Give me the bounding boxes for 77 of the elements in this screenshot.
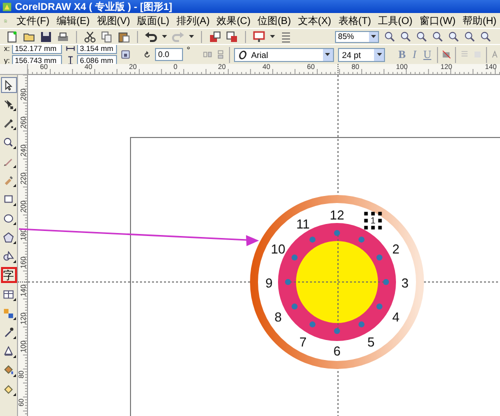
caret-icon[interactable] (325, 52, 330, 56)
caret-icon[interactable] (371, 34, 376, 38)
color-icon[interactable] (442, 49, 452, 60)
menu-item[interactable]: 工具(O) (374, 14, 416, 28)
ellipse-icon[interactable] (3, 212, 14, 224)
scissors-icon[interactable] (84, 30, 96, 42)
height-icon[interactable] (66, 56, 75, 64)
knife-icon[interactable] (3, 118, 14, 128)
menu-item[interactable]: 位图(B) (254, 14, 294, 28)
zoom-page-icon[interactable] (464, 31, 475, 42)
new-file-icon[interactable] (6, 30, 18, 42)
clock-number: 6 (333, 344, 341, 358)
clock-number: 7 (299, 334, 307, 350)
menu-item[interactable]: 版面(L) (134, 14, 173, 28)
menu-item[interactable]: 文件(F) (13, 14, 53, 28)
menu-item[interactable]: 帮助(H) (459, 14, 500, 28)
node-icon[interactable] (3, 98, 14, 110)
clock-number: 8 (274, 310, 282, 324)
magnifier-icon[interactable] (3, 136, 14, 148)
eyedropper-icon[interactable] (3, 326, 14, 338)
clock-number: 4 (392, 310, 400, 324)
clipboard-icon[interactable] (118, 30, 130, 42)
import-icon[interactable] (209, 30, 221, 42)
zoom-dropdown[interactable]: 85% (335, 30, 379, 42)
menu-item[interactable]: 编辑(E) (52, 14, 94, 28)
menu-item[interactable]: 视图(V) (93, 14, 134, 28)
menu-item[interactable]: 表格(T) (334, 14, 375, 28)
clock-number: 1 (370, 216, 376, 226)
shapes-icon[interactable] (3, 250, 14, 262)
table-icon[interactable] (3, 288, 14, 300)
blend-icon[interactable] (3, 308, 14, 318)
launcher-icon[interactable] (253, 30, 265, 42)
brush-icon[interactable] (3, 174, 14, 186)
zoom-all-icon[interactable] (448, 31, 459, 42)
width-icon[interactable] (66, 45, 75, 53)
caret-icon[interactable] (270, 34, 275, 38)
copy-icon[interactable] (101, 30, 113, 42)
text-tool[interactable]: 字 (0, 267, 16, 283)
rectangle-icon[interactable] (3, 194, 14, 204)
degree-sign: ° (186, 45, 190, 55)
clock-number: 9 (265, 276, 273, 290)
menu-item[interactable]: 窗口(W) (416, 14, 460, 28)
list-icon[interactable] (280, 30, 292, 42)
app-icon[interactable] (2, 2, 12, 12)
menu-item[interactable]: 文本(X) (294, 14, 335, 28)
undo-icon[interactable] (145, 30, 157, 42)
menu-item[interactable]: 效果(C) (213, 14, 254, 28)
clock-number: 5 (367, 334, 375, 350)
lock-icon[interactable] (120, 49, 130, 60)
caret-icon[interactable] (376, 52, 382, 56)
fill-icon[interactable] (3, 384, 14, 394)
save-icon[interactable] (40, 30, 52, 42)
clock-number: 12 (330, 208, 344, 222)
printer-icon[interactable] (57, 30, 69, 42)
font-dropdown[interactable]: Arial (234, 48, 334, 62)
font-type-icon[interactable] (238, 50, 248, 60)
clock-number: 10 (270, 242, 286, 256)
zoom-in-icon[interactable] (384, 31, 395, 42)
bucket-icon[interactable] (3, 364, 14, 376)
zoom-width-icon[interactable] (480, 31, 491, 42)
pen-nib-icon[interactable] (3, 346, 14, 356)
selection-handles[interactable] (364, 212, 382, 230)
zoom-out-icon[interactable] (400, 31, 411, 42)
rotate-icon[interactable] (142, 50, 152, 60)
clock-number: 11 (296, 216, 310, 232)
menu-item[interactable]: 排列(A) (172, 14, 214, 28)
clock-number: 3 (401, 276, 409, 290)
polygon-icon[interactable] (3, 232, 14, 242)
export-icon[interactable] (226, 30, 238, 42)
window-title: CorelDRAW X4 ( 专业版 ) - [图形1] (15, 0, 172, 13)
angle-field[interactable]: 0.0 (155, 48, 183, 61)
caret-icon[interactable] (189, 34, 194, 38)
zoom-fit-icon[interactable] (416, 31, 427, 42)
clock-number: 2 (392, 242, 400, 256)
caret-icon[interactable] (162, 34, 167, 38)
zoom-selected-icon[interactable] (432, 31, 443, 42)
font-size-dropdown[interactable]: 24 pt (338, 48, 386, 62)
